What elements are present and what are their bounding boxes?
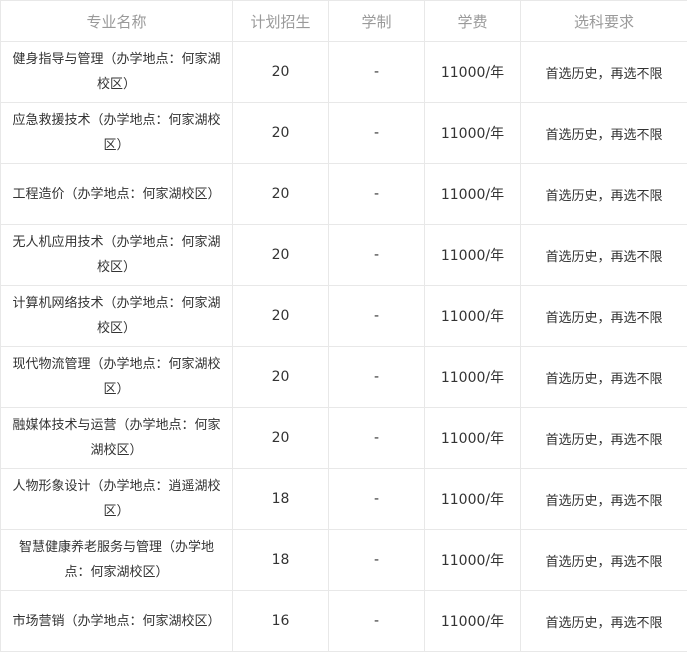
requirement-cell: 首选历史，再选不限 [520, 346, 687, 408]
major-name-cell: 应急救援技术（办学地点：何家湖校区） [0, 102, 233, 164]
major-name-cell: 计算机网络技术（办学地点：何家湖校区） [0, 285, 233, 347]
tuition-cell: 11000/年 [424, 529, 521, 591]
table-row: 现代物流管理（办学地点：何家湖校区） 20 - 11000/年 首选历史，再选不… [0, 346, 687, 408]
table-row: 应急救援技术（办学地点：何家湖校区） 20 - 11000/年 首选历史，再选不… [0, 102, 687, 164]
requirement-cell: 首选历史，再选不限 [520, 41, 687, 103]
plan-cell: 20 [232, 41, 329, 103]
duration-cell: - [328, 590, 425, 652]
major-name-cell: 融媒体技术与运营（办学地点：何家湖校区） [0, 407, 233, 469]
major-name-cell: 人物形象设计（办学地点：逍遥湖校区） [0, 468, 233, 530]
tuition-cell: 11000/年 [424, 590, 521, 652]
requirement-cell: 首选历史，再选不限 [520, 468, 687, 530]
tuition-cell: 11000/年 [424, 102, 521, 164]
table-row: 融媒体技术与运营（办学地点：何家湖校区） 20 - 11000/年 首选历史，再… [0, 407, 687, 469]
major-name-cell: 智慧健康养老服务与管理（办学地点：何家湖校区） [0, 529, 233, 591]
duration-cell: - [328, 224, 425, 286]
tuition-cell: 11000/年 [424, 41, 521, 103]
requirement-cell: 首选历史，再选不限 [520, 285, 687, 347]
table-row: 计算机网络技术（办学地点：何家湖校区） 20 - 11000/年 首选历史，再选… [0, 285, 687, 347]
requirement-cell: 首选历史，再选不限 [520, 590, 687, 652]
tuition-cell: 11000/年 [424, 468, 521, 530]
duration-cell: - [328, 407, 425, 469]
requirement-cell: 首选历史，再选不限 [520, 102, 687, 164]
table-row: 工程造价（办学地点：何家湖校区） 20 - 11000/年 首选历史，再选不限 [0, 163, 687, 225]
table-row: 无人机应用技术（办学地点：何家湖校区） 20 - 11000/年 首选历史，再选… [0, 224, 687, 286]
tuition-cell: 11000/年 [424, 163, 521, 225]
major-name-cell: 健身指导与管理（办学地点：何家湖校区） [0, 41, 233, 103]
plan-cell: 16 [232, 590, 329, 652]
plan-cell: 20 [232, 407, 329, 469]
major-name-cell: 现代物流管理（办学地点：何家湖校区） [0, 346, 233, 408]
duration-cell: - [328, 529, 425, 591]
table-row: 人物形象设计（办学地点：逍遥湖校区） 18 - 11000/年 首选历史，再选不… [0, 468, 687, 530]
header-requirement: 选科要求 [520, 0, 687, 42]
plan-cell: 18 [232, 529, 329, 591]
requirement-cell: 首选历史，再选不限 [520, 224, 687, 286]
header-tuition: 学费 [424, 0, 521, 42]
duration-cell: - [328, 346, 425, 408]
table-row: 市场营销（办学地点：何家湖校区） 16 - 11000/年 首选历史，再选不限 [0, 590, 687, 652]
plan-cell: 20 [232, 285, 329, 347]
majors-table: 专业名称 计划招生 学制 学费 选科要求 健身指导与管理（办学地点：何家湖校区）… [0, 0, 687, 652]
plan-cell: 20 [232, 102, 329, 164]
duration-cell: - [328, 285, 425, 347]
header-row: 专业名称 计划招生 学制 学费 选科要求 [0, 0, 687, 42]
requirement-cell: 首选历史，再选不限 [520, 407, 687, 469]
requirement-cell: 首选历史，再选不限 [520, 163, 687, 225]
table-row: 智慧健康养老服务与管理（办学地点：何家湖校区） 18 - 11000/年 首选历… [0, 529, 687, 591]
header-duration: 学制 [328, 0, 425, 42]
tuition-cell: 11000/年 [424, 224, 521, 286]
plan-cell: 20 [232, 346, 329, 408]
plan-cell: 20 [232, 224, 329, 286]
duration-cell: - [328, 163, 425, 225]
table-header: 专业名称 计划招生 学制 学费 选科要求 [0, 0, 687, 42]
table-row: 健身指导与管理（办学地点：何家湖校区） 20 - 11000/年 首选历史，再选… [0, 41, 687, 103]
plan-cell: 18 [232, 468, 329, 530]
major-name-cell: 工程造价（办学地点：何家湖校区） [0, 163, 233, 225]
tuition-cell: 11000/年 [424, 407, 521, 469]
duration-cell: - [328, 102, 425, 164]
plan-cell: 20 [232, 163, 329, 225]
major-name-cell: 无人机应用技术（办学地点：何家湖校区） [0, 224, 233, 286]
requirement-cell: 首选历史，再选不限 [520, 529, 687, 591]
tuition-cell: 11000/年 [424, 285, 521, 347]
table-body: 健身指导与管理（办学地点：何家湖校区） 20 - 11000/年 首选历史，再选… [0, 41, 687, 652]
major-name-cell: 市场营销（办学地点：何家湖校区） [0, 590, 233, 652]
header-major-name: 专业名称 [0, 0, 233, 42]
tuition-cell: 11000/年 [424, 346, 521, 408]
duration-cell: - [328, 41, 425, 103]
duration-cell: - [328, 468, 425, 530]
header-plan: 计划招生 [232, 0, 329, 42]
